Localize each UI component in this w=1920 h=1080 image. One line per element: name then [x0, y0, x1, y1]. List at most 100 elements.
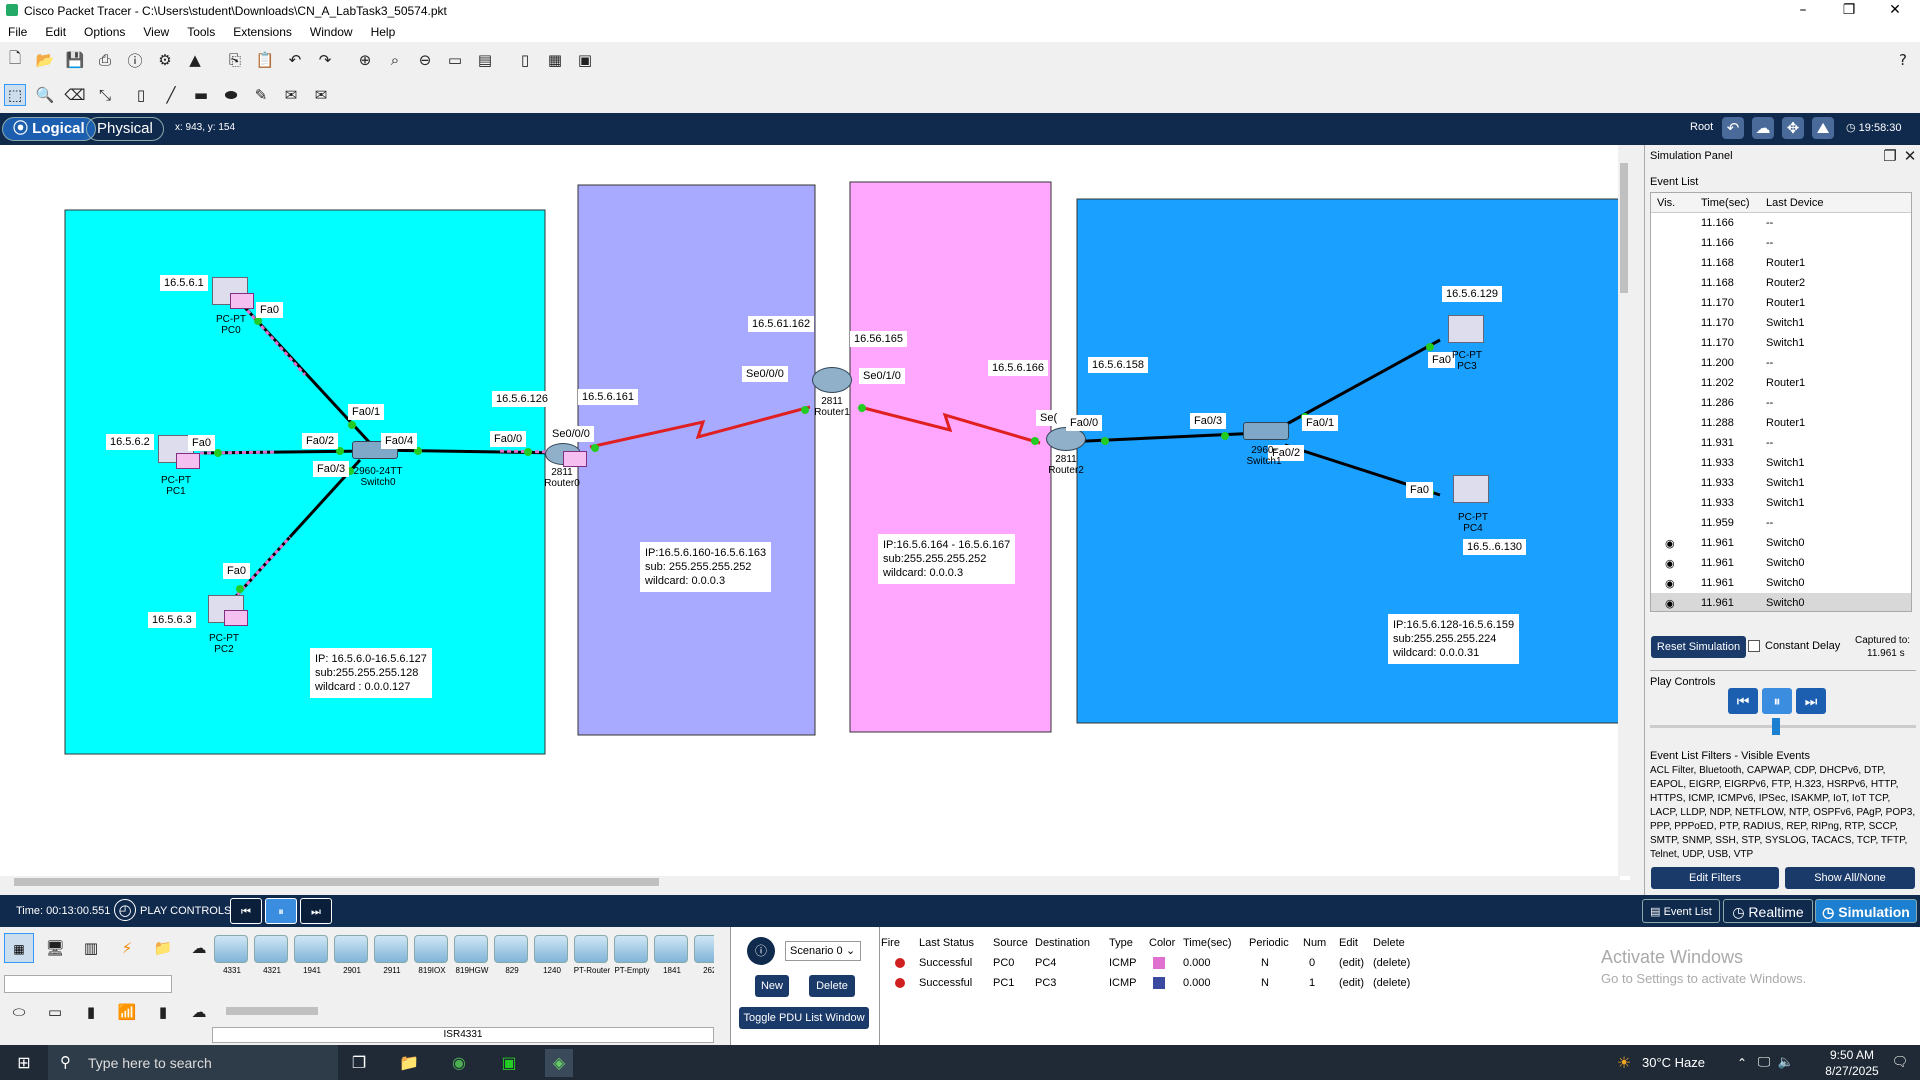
event-row[interactable]: ◉ 11.961 Switch0: [1651, 533, 1911, 553]
menu-edit[interactable]: Edit: [45, 25, 66, 39]
misc-icon[interactable]: 📁: [152, 937, 174, 959]
event-row[interactable]: 11.166 --: [1651, 233, 1911, 253]
event-list-toggle[interactable]: ▤ Event List: [1642, 899, 1720, 923]
event-row[interactable]: 11.202 Router1: [1651, 373, 1911, 393]
event-row[interactable]: 11.933 Switch1: [1651, 493, 1911, 513]
scenario-info-icon[interactable]: ⓘ: [747, 937, 775, 965]
help-icon[interactable]: ?: [1892, 49, 1914, 71]
zoom-reset-icon[interactable]: ⌕: [384, 49, 406, 71]
activity-wizard-icon[interactable]: ▲: [184, 49, 206, 71]
file-explorer-icon[interactable]: 📁: [395, 1049, 423, 1077]
router-model-icon[interactable]: [534, 935, 568, 963]
event-row[interactable]: 11.166 --: [1651, 213, 1911, 233]
fire-icon[interactable]: [895, 978, 905, 988]
router1-device[interactable]: [812, 367, 852, 393]
draw-ellipse-icon[interactable]: ⬬: [220, 84, 242, 106]
notification-icon[interactable]: 🗨: [1886, 1049, 1914, 1077]
freeform-icon[interactable]: ✎: [250, 84, 272, 106]
pc3-device[interactable]: [1448, 315, 1484, 343]
background-icon[interactable]: ⛰: [1812, 117, 1834, 139]
copy-icon[interactable]: ⎘: [224, 49, 246, 71]
router-model-icon[interactable]: [374, 935, 408, 963]
maximize-button[interactable]: ❐: [1826, 0, 1872, 22]
menu-file[interactable]: File: [8, 25, 27, 39]
reset-simulation-button[interactable]: Reset Simulation: [1651, 636, 1746, 658]
paste-icon[interactable]: 📋: [254, 49, 276, 71]
menu-options[interactable]: Options: [84, 25, 125, 39]
delete-icon[interactable]: ⌫: [64, 84, 86, 106]
router-model-icon[interactable]: [614, 935, 648, 963]
scenario-select[interactable]: Scenario 0 ⌄: [785, 941, 861, 961]
menu-tools[interactable]: Tools: [187, 25, 215, 39]
move-icon[interactable]: ✥: [1782, 117, 1804, 139]
switches-icon[interactable]: ▭: [44, 1001, 66, 1023]
speed-slider-thumb[interactable]: [1772, 718, 1780, 735]
menu-help[interactable]: Help: [371, 25, 396, 39]
router-model-icon[interactable]: [654, 935, 688, 963]
hubs-icon[interactable]: ▮: [80, 1001, 102, 1023]
security-icon[interactable]: ▮: [152, 1001, 174, 1023]
model-scrollbar[interactable]: [212, 1005, 714, 1017]
pc4-device[interactable]: [1453, 475, 1489, 503]
draw-line-icon[interactable]: ╱: [160, 84, 182, 106]
vertical-scroll-thumb[interactable]: [1620, 163, 1628, 293]
pause-button[interactable]: ⏸: [1762, 688, 1792, 714]
inspect-icon[interactable]: 🔍: [34, 84, 56, 106]
viewport-icon[interactable]: ▣: [574, 49, 596, 71]
logical-workspace[interactable]: 16.5.6.1 16.5.6.2 16.5.6.3 16.5.6.126 16…: [0, 145, 1630, 888]
speed-slider[interactable]: [1650, 718, 1916, 735]
router-model-icon[interactable]: [414, 935, 448, 963]
pdu-edit[interactable]: (edit): [1339, 957, 1364, 969]
device-manager-icon[interactable]: ▦: [544, 49, 566, 71]
event-row[interactable]: 11.933 Switch1: [1651, 453, 1911, 473]
logical-tab[interactable]: ⦿ Logical: [2, 117, 96, 141]
horizontal-scrollbar[interactable]: [0, 876, 1620, 888]
select-icon[interactable]: ⬚: [4, 84, 26, 106]
close-panel-icon[interactable]: ✕: [1899, 145, 1920, 167]
constant-delay-checkbox[interactable]: [1748, 640, 1760, 652]
event-row[interactable]: 11.168 Router2: [1651, 273, 1911, 293]
fire-icon[interactable]: [895, 958, 905, 968]
zoom-out-icon[interactable]: ⊖: [414, 49, 436, 71]
router-model-icon[interactable]: [454, 935, 488, 963]
new-file-icon[interactable]: 🗋: [4, 49, 26, 71]
router-model-icon[interactable]: [254, 935, 288, 963]
event-row[interactable]: 11.288 Router1: [1651, 413, 1911, 433]
routers-icon[interactable]: ⬭: [8, 1001, 30, 1023]
delete-scenario-button[interactable]: Delete: [809, 975, 855, 997]
undock-icon[interactable]: ❐: [1879, 145, 1901, 167]
router-model-icon[interactable]: [334, 935, 368, 963]
event-row[interactable]: 11.170 Switch1: [1651, 313, 1911, 333]
vertical-scrollbar[interactable]: [1618, 145, 1630, 876]
wan-emulation-icon[interactable]: ☁: [188, 1001, 210, 1023]
add-complex-pdu-icon[interactable]: ✉: [310, 84, 332, 106]
menu-extensions[interactable]: Extensions: [233, 25, 292, 39]
custom-device-icon[interactable]: ▤: [474, 49, 496, 71]
router-model-icon[interactable]: [294, 935, 328, 963]
toggle-pdu-list-button[interactable]: Toggle PDU List Window: [739, 1007, 869, 1029]
chrome-icon[interactable]: ◉: [445, 1049, 473, 1077]
pdu-delete[interactable]: (delete): [1373, 957, 1410, 969]
resize-icon[interactable]: ⤡: [94, 84, 116, 106]
router-model-icon[interactable]: [694, 935, 714, 963]
open-icon[interactable]: 📂: [34, 49, 56, 71]
minimize-button[interactable]: –: [1780, 0, 1826, 22]
device-search-field[interactable]: [4, 975, 172, 993]
router-model-icon[interactable]: [214, 935, 248, 963]
event-row[interactable]: 11.933 Switch1: [1651, 473, 1911, 493]
switch1-device[interactable]: [1243, 422, 1289, 440]
menu-view[interactable]: View: [143, 25, 169, 39]
note-icon[interactable]: ▯: [514, 49, 536, 71]
place-note-icon[interactable]: ▯: [130, 84, 152, 106]
components-icon[interactable]: ▥: [80, 937, 102, 959]
task-view-icon[interactable]: ❐: [345, 1049, 373, 1077]
event-row[interactable]: 11.286 --: [1651, 393, 1911, 413]
bottom-back-button[interactable]: ⏮: [230, 898, 262, 924]
back-icon[interactable]: ↶: [1722, 117, 1744, 139]
menu-window[interactable]: Window: [310, 25, 353, 39]
volume-icon[interactable]: 🔈: [1772, 1049, 1800, 1077]
step-forward-button[interactable]: ⏭: [1796, 688, 1826, 714]
event-row[interactable]: 11.168 Router1: [1651, 253, 1911, 273]
taskbar-search-box[interactable]: ⚲ Type here to search: [48, 1045, 338, 1080]
packet-tracer-taskbar-icon[interactable]: ◈: [545, 1049, 573, 1077]
